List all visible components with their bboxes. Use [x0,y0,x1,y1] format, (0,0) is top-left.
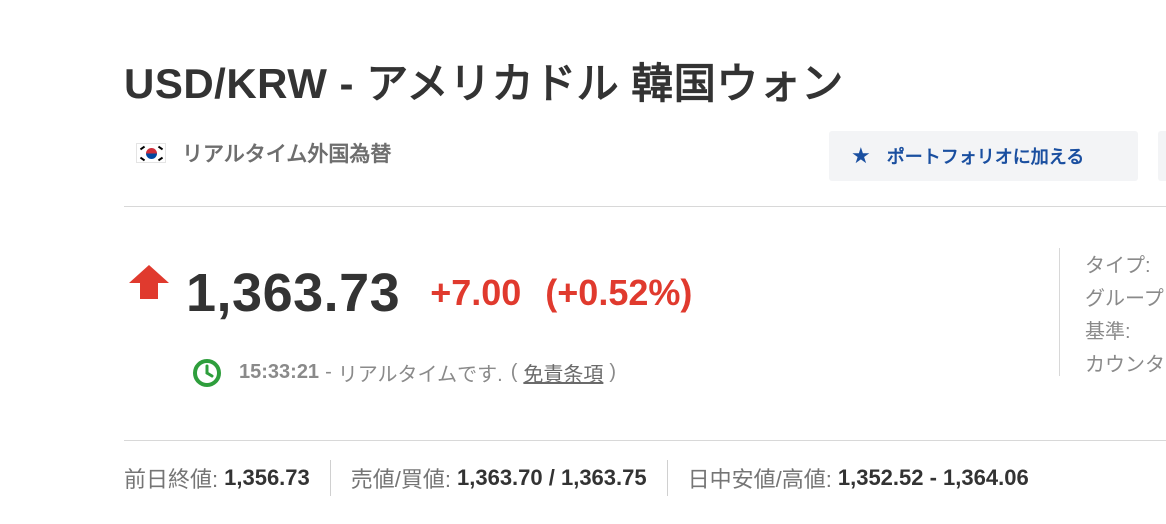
south-korea-flag-icon [136,143,166,163]
bid-ask-label: 売値/買値: [350,467,451,492]
up-arrow-icon [129,265,169,299]
last-price: 1,363.73 [186,263,401,323]
disclaimer-link[interactable]: 免責条項 [523,358,603,387]
paren-close: ) [609,361,617,383]
secondary-action-button[interactable] [1158,131,1166,181]
header-divider [124,206,1166,207]
stats-separator [666,460,668,496]
realtime-note: リアルタイムです. [337,364,503,386]
source-row: リアルタイム外国為替 [136,138,391,168]
stats-row: 前日終値: 1,356.73 売値/買値: 1,363.70 / 1,363.7… [124,460,1029,496]
clock-icon [193,358,221,387]
add-to-portfolio-label: ポートフォリオに加える [886,147,1085,167]
day-range-label: 日中安値/高値: [687,467,832,492]
bid-ask-value: 1,363.70 / 1,363.75 [457,465,647,490]
base-label: 基準: [1085,321,1131,343]
price-row: 1,363.73 +7.00 (+0.52%) [128,262,692,324]
instrument-info: タイプ: グループ 基準: カウンタ [1085,250,1165,382]
source-label: リアルタイム外国為替 [182,143,392,166]
page-title: USD/KRW - アメリカドル 韓国ウォン [124,60,844,107]
info-divider [1059,248,1060,376]
stats-separator [329,460,331,496]
timestamp-row: 15:33:21 - リアルタイムです. ( 免責条項 ) [193,358,616,387]
type-label: タイプ: [1085,255,1151,277]
stats-divider [124,440,1166,441]
counter-label: カウンタ [1085,354,1165,376]
day-range-value: 1,352.52 - 1,364.06 [837,465,1029,490]
time-separator: - [325,361,332,383]
prev-close-label: 前日終値: [124,467,219,492]
add-to-portfolio-button[interactable]: ★ ポートフォリオに加える [829,131,1138,181]
group-label: グループ [1085,288,1164,310]
quote-time: 15:33:21 [239,361,320,383]
star-icon: ★ [851,143,871,168]
price-change: +7.00 [430,272,522,313]
price-change-percent: (+0.52%) [545,272,693,313]
prev-close-value: 1,356.73 [224,465,310,490]
quote-page: USD/KRW - アメリカドル 韓国ウォン リアルタイム外国為替 ★ ポートフ… [0,0,1166,524]
paren-open: ( [510,361,518,383]
